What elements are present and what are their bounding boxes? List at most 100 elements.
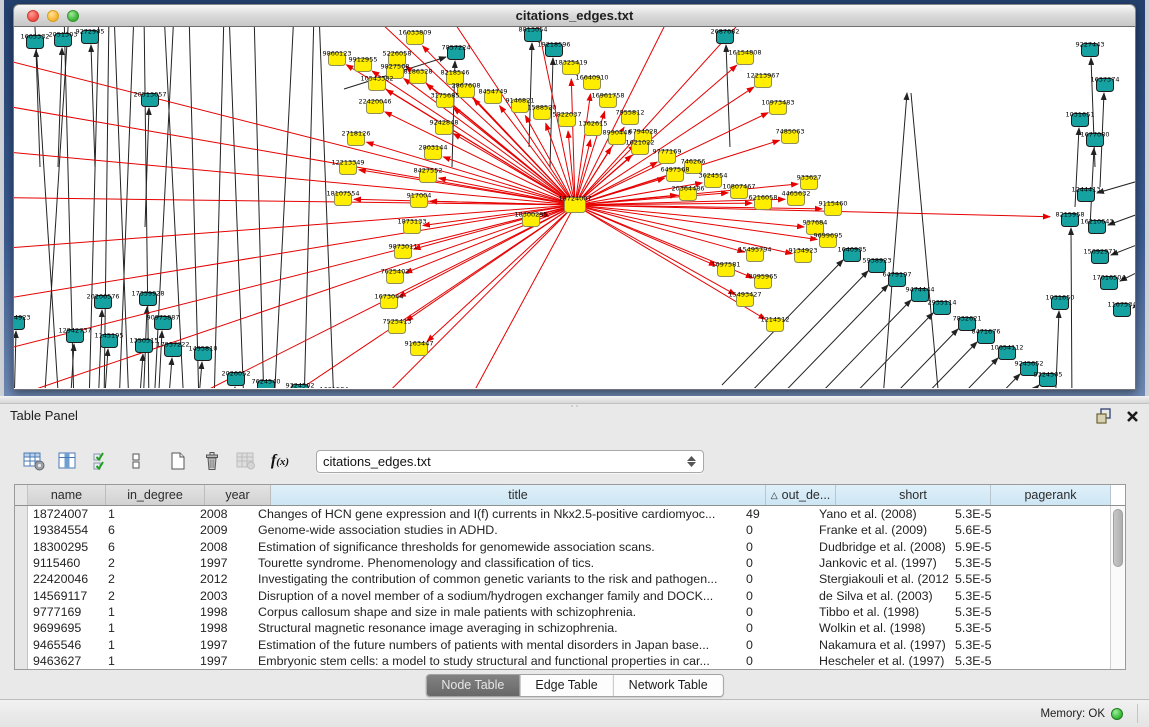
- cell-title[interactable]: Estimation of significance thresholds fo…: [252, 540, 741, 554]
- cell-pagerank[interactable]: 5.3E-5: [948, 621, 1061, 635]
- function-builder-button[interactable]: f(x): [266, 448, 294, 474]
- import-table-button-disabled[interactable]: [232, 448, 260, 474]
- cell-title[interactable]: Disruption of a novel member of a sodium…: [252, 589, 741, 603]
- column-header-name[interactable]: name: [28, 485, 106, 505]
- select-columns-button[interactable]: [54, 448, 82, 474]
- zoom-window-button[interactable]: [67, 10, 79, 22]
- close-window-button[interactable]: [27, 10, 39, 22]
- cell-short[interactable]: Tibbo et al. (1998): [806, 605, 948, 619]
- cell-pagerank[interactable]: 5.3E-5: [948, 556, 1061, 570]
- cell-out_de[interactable]: 0: [741, 556, 806, 570]
- cell-out_de[interactable]: 0: [741, 540, 806, 554]
- cell-year[interactable]: 1997: [193, 638, 252, 652]
- table-row[interactable]: 1872400712008Changes of HCN gene express…: [15, 506, 1125, 522]
- cell-short[interactable]: Jankovic et al. (1997): [806, 556, 948, 570]
- cell-title[interactable]: Corpus callosum shape and size in male p…: [252, 605, 741, 619]
- cell-in_degree[interactable]: 1: [101, 654, 193, 668]
- table-row[interactable]: 911546021997Tourette syndrome. Phenomeno…: [15, 555, 1125, 571]
- cell-in_degree[interactable]: 2: [101, 556, 193, 570]
- cell-out_de[interactable]: 0: [741, 654, 806, 668]
- cell-title[interactable]: Genome-wide association studies in ADHD.: [252, 523, 741, 537]
- cell-year[interactable]: 1997: [193, 556, 252, 570]
- cell-name[interactable]: 18724007: [28, 507, 101, 521]
- cell-year[interactable]: 1998: [193, 621, 252, 635]
- cell-pagerank[interactable]: 5.6E-5: [948, 523, 1061, 537]
- table-row[interactable]: 2242004622012Investigating the contribut…: [15, 571, 1125, 587]
- network-graph[interactable]: 1872400716033809183254191664091016961758…: [14, 27, 1135, 388]
- network-window-titlebar[interactable]: citations_edges.txt: [13, 4, 1136, 27]
- column-header-year[interactable]: year: [205, 485, 271, 505]
- cell-in_degree[interactable]: 2: [101, 572, 193, 586]
- cell-short[interactable]: Stergiakouli et al. (2012): [806, 572, 948, 586]
- cell-title[interactable]: Estimation of the future numbers of pati…: [252, 638, 741, 652]
- cell-name[interactable]: 22420046: [28, 572, 101, 586]
- new-table-button[interactable]: [164, 448, 192, 474]
- select-all-rows-button[interactable]: [88, 448, 116, 474]
- table-row[interactable]: 969969511998Structural magnetic resonanc…: [15, 620, 1125, 636]
- float-panel-button[interactable]: [1095, 408, 1112, 424]
- vertical-scrollbar[interactable]: [1110, 506, 1125, 669]
- cell-short[interactable]: Nakamura et al. (1997): [806, 638, 948, 652]
- table-row[interactable]: 1456911722003Disruption of a novel membe…: [15, 587, 1125, 603]
- cell-year[interactable]: 2009: [193, 523, 252, 537]
- panel-splitter[interactable]: [0, 396, 1149, 404]
- cell-out_de[interactable]: 0: [741, 621, 806, 635]
- table-row[interactable]: 1938455462009Genome-wide association stu…: [15, 522, 1125, 538]
- cell-year[interactable]: 1997: [193, 654, 252, 668]
- column-header-title[interactable]: title: [271, 485, 766, 505]
- cell-year[interactable]: 2003: [193, 589, 252, 603]
- cell-pagerank[interactable]: 5.3E-5: [948, 638, 1061, 652]
- cell-out_de[interactable]: 0: [741, 605, 806, 619]
- cell-short[interactable]: de Silva et al. (2003): [806, 589, 948, 603]
- cell-pagerank[interactable]: 5.3E-5: [948, 605, 1061, 619]
- cell-in_degree[interactable]: 6: [101, 540, 193, 554]
- cell-out_de[interactable]: 49: [741, 507, 806, 521]
- cell-title[interactable]: Changes of HCN gene expression and I(f) …: [252, 507, 741, 521]
- table-settings-button[interactable]: [20, 448, 48, 474]
- column-header-pagerank[interactable]: pagerank: [991, 485, 1111, 505]
- cell-title[interactable]: Structural magnetic resonance image aver…: [252, 621, 741, 635]
- cell-in_degree[interactable]: 1: [101, 507, 193, 521]
- cell-title[interactable]: Embryonic stem cells: a model to study s…: [252, 654, 741, 668]
- cell-short[interactable]: Dudbridge et al. (2008): [806, 540, 948, 554]
- cell-name[interactable]: 9465546: [28, 638, 101, 652]
- cell-year[interactable]: 2012: [193, 572, 252, 586]
- cell-short[interactable]: Franke et al. (2009): [806, 523, 948, 537]
- scrollbar-thumb[interactable]: [1113, 509, 1123, 567]
- cell-year[interactable]: 2008: [193, 507, 252, 521]
- cell-pagerank[interactable]: 5.3E-5: [948, 507, 1061, 521]
- network-canvas[interactable]: 1872400716033809183254191664091016961758…: [13, 27, 1136, 390]
- close-panel-button[interactable]: [1126, 410, 1139, 423]
- cell-in_degree[interactable]: 1: [101, 621, 193, 635]
- cell-in_degree[interactable]: 2: [101, 589, 193, 603]
- cell-name[interactable]: 9777169: [28, 605, 101, 619]
- table-row[interactable]: 1830029562008Estimation of significance …: [15, 539, 1125, 555]
- delete-table-button[interactable]: [198, 448, 226, 474]
- tab-node-table[interactable]: Node Table: [426, 675, 519, 696]
- cell-pagerank[interactable]: 5.5E-5: [948, 572, 1061, 586]
- table-row[interactable]: 946362711997Embryonic stem cells: a mode…: [15, 653, 1125, 669]
- tab-network-table[interactable]: Network Table: [613, 675, 723, 696]
- cell-short[interactable]: Yano et al. (2008): [806, 507, 948, 521]
- cell-name[interactable]: 18300295: [28, 540, 101, 554]
- cell-in_degree[interactable]: 1: [101, 638, 193, 652]
- cell-in_degree[interactable]: 6: [101, 523, 193, 537]
- column-header-in_degree[interactable]: in_degree: [106, 485, 205, 505]
- cell-out_de[interactable]: 0: [741, 523, 806, 537]
- cell-short[interactable]: Wolkin et al. (1998): [806, 621, 948, 635]
- cell-out_de[interactable]: 0: [741, 638, 806, 652]
- cell-year[interactable]: 1998: [193, 605, 252, 619]
- cell-title[interactable]: Investigating the contribution of common…: [252, 572, 741, 586]
- cell-year[interactable]: 2008: [193, 540, 252, 554]
- tab-edge-table[interactable]: Edge Table: [519, 675, 612, 696]
- minimize-window-button[interactable]: [47, 10, 59, 22]
- column-header-short[interactable]: short: [836, 485, 991, 505]
- cell-name[interactable]: 14569117: [28, 589, 101, 603]
- table-row[interactable]: 946554611997Estimation of the future num…: [15, 636, 1125, 652]
- cell-name[interactable]: 9115460: [28, 556, 101, 570]
- cell-name[interactable]: 19384554: [28, 523, 101, 537]
- cell-out_de[interactable]: 0: [741, 589, 806, 603]
- show-rows-button[interactable]: [122, 448, 150, 474]
- column-header-out_de[interactable]: △out_de...: [766, 485, 836, 505]
- cell-name[interactable]: 9463627: [28, 654, 101, 668]
